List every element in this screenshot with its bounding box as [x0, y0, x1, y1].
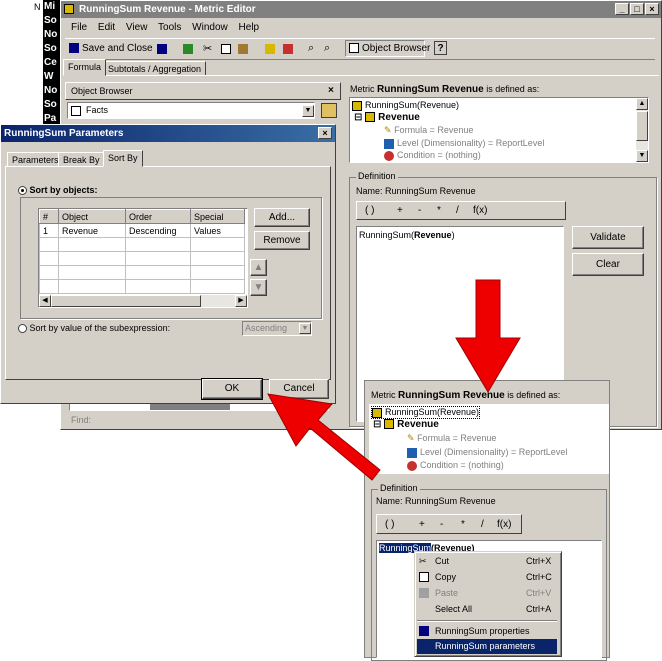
tab-sort-by[interactable]: Sort By [103, 150, 143, 167]
red-arrows [267, 279, 521, 481]
down-arrow [455, 279, 521, 393]
tab-formula[interactable]: Formula [63, 59, 107, 76]
diagonal-arrow [267, 393, 381, 481]
